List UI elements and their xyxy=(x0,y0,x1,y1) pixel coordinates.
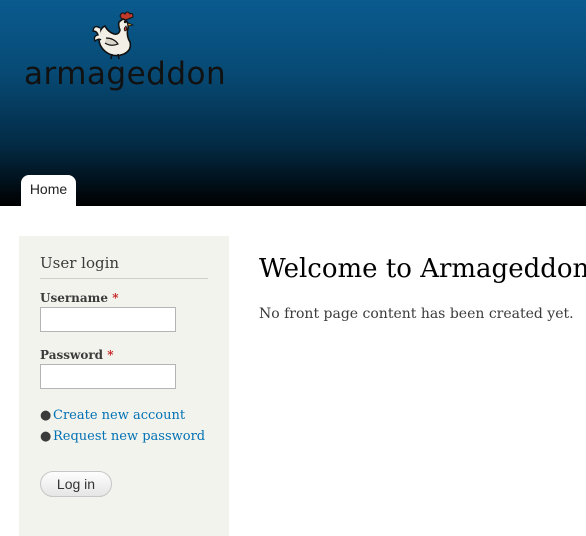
site-name[interactable]: armageddon xyxy=(24,56,226,92)
main-content: Welcome to Armageddon No front page cont… xyxy=(259,254,586,322)
front-page-message: No front page content has been created y… xyxy=(259,306,574,322)
tab-home[interactable]: Home xyxy=(21,175,76,206)
user-login-block: User login Username * Password * ● Creat… xyxy=(19,236,229,536)
block-title: User login xyxy=(40,254,208,279)
password-field-group: Password * xyxy=(40,348,208,389)
rooster-icon xyxy=(92,11,135,60)
list-item: ● Request new password xyxy=(40,426,208,447)
required-marker: * xyxy=(112,291,119,305)
request-password-link[interactable]: Request new password xyxy=(53,429,205,444)
password-input[interactable] xyxy=(40,364,176,389)
page-title: Welcome to Armageddon xyxy=(259,254,586,284)
create-account-link[interactable]: Create new account xyxy=(53,408,185,423)
bullet-icon: ● xyxy=(40,408,52,423)
login-button[interactable]: Log in xyxy=(40,471,112,497)
bullet-icon: ● xyxy=(40,429,52,444)
list-item: ● Create new account xyxy=(40,405,208,426)
username-field-group: Username * xyxy=(40,291,208,332)
password-label: Password * xyxy=(40,348,114,362)
site-logo[interactable]: armageddon xyxy=(22,10,226,100)
site-header: armageddon Home xyxy=(0,0,586,206)
username-label: Username * xyxy=(40,291,119,305)
user-links: ● Create new account ● Request new passw… xyxy=(40,405,208,447)
username-input[interactable] xyxy=(40,307,176,332)
required-marker: * xyxy=(107,348,114,362)
